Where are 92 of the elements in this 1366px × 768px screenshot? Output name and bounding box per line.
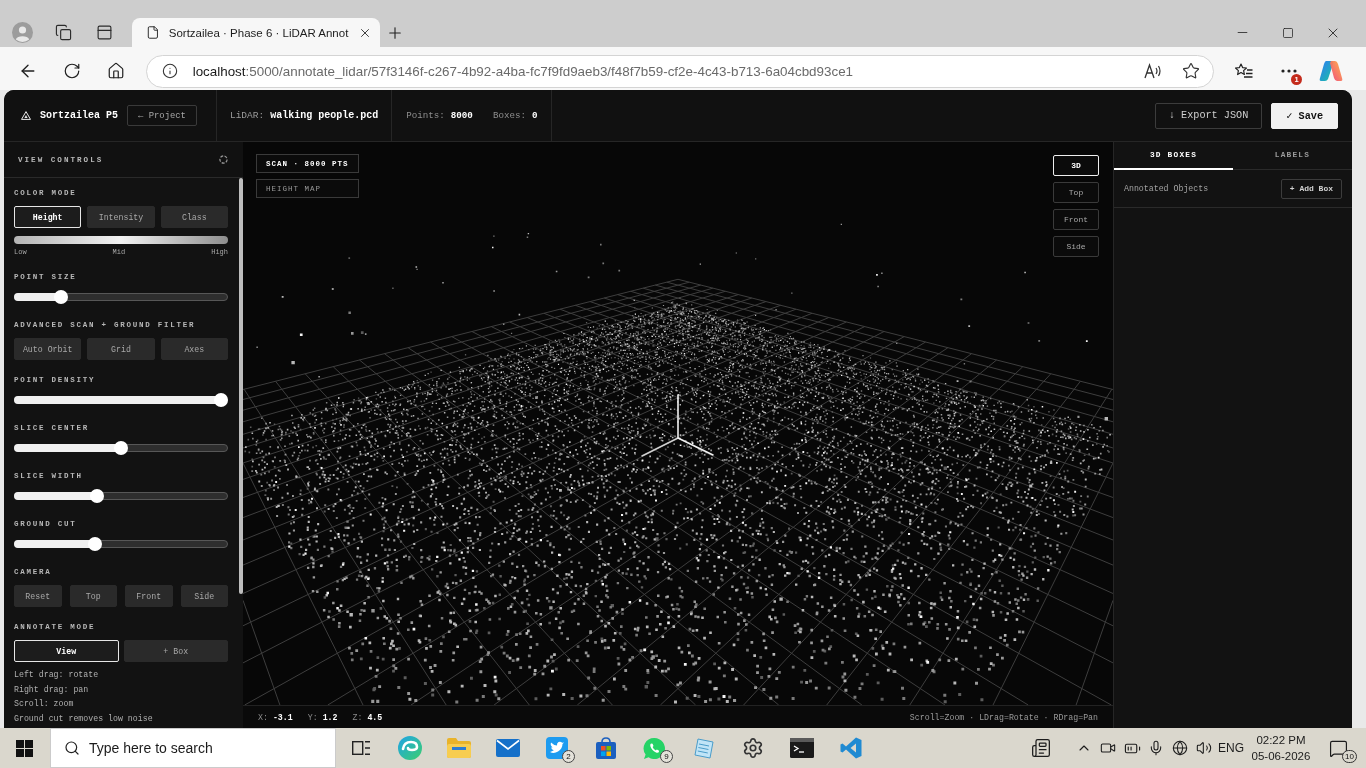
range-slider[interactable] xyxy=(14,392,228,408)
projection-button[interactable]: Top xyxy=(1053,182,1099,203)
slider-thumb[interactable] xyxy=(90,489,104,503)
app-name: Sortzailea P5 xyxy=(40,110,118,121)
gear-icon[interactable] xyxy=(741,737,764,759)
maximize-icon[interactable] xyxy=(1281,26,1294,39)
news-icon[interactable] xyxy=(1031,738,1051,758)
count-badge: 10 xyxy=(1342,750,1357,763)
count-badge: 2 xyxy=(562,750,575,763)
help-text: Scroll: zoom xyxy=(14,698,75,710)
list-title: Annotated Objects xyxy=(1124,184,1209,193)
option-button[interactable]: Side xyxy=(180,585,228,607)
option-button[interactable]: Class xyxy=(160,206,228,228)
save-button[interactable]: ✓ Save xyxy=(1271,102,1338,129)
option-button[interactable]: + Box xyxy=(123,640,228,662)
more-menu-icon[interactable] xyxy=(1281,69,1298,73)
axes-icon xyxy=(641,394,714,457)
projection-button[interactable]: 3D xyxy=(1053,155,1099,176)
star-list-icon[interactable] xyxy=(1235,63,1254,79)
coord-label: Z: xyxy=(352,712,363,722)
info-icon[interactable] xyxy=(161,63,178,79)
help-text: Right drag: pan xyxy=(14,683,90,696)
triangle-logo-icon xyxy=(21,111,31,120)
help-text: Left drag: rotate xyxy=(14,669,100,681)
projection-button[interactable]: Side xyxy=(1053,236,1099,257)
export-button[interactable]: ↓ Export JSON xyxy=(1154,102,1263,129)
reload-icon[interactable] xyxy=(62,62,81,80)
option-button[interactable]: Axes xyxy=(160,338,228,360)
stat-value: 0 xyxy=(531,110,538,121)
stat-label: Boxes: xyxy=(492,110,526,121)
coord-value: 4.5 xyxy=(367,712,383,722)
clock[interactable]: 02:22 PM 05-06-2026 xyxy=(1246,732,1316,764)
option-button[interactable]: Auto Orbit xyxy=(14,338,82,360)
file-name: walking people.pcd xyxy=(270,110,379,121)
microphone-icon[interactable] xyxy=(1148,740,1164,756)
swirl-icon[interactable] xyxy=(397,736,422,760)
video-camera-icon[interactable] xyxy=(1100,740,1116,756)
shopping-bag-icon[interactable] xyxy=(594,737,617,759)
option-button[interactable]: Top xyxy=(69,585,117,607)
window-icon[interactable] xyxy=(95,24,113,41)
address-field[interactable]: localhost:5000/annotate_lidar/57f3146f-c267-4b92-a4ba-fc7f9fd9aeb3/f48f7b59-cf2e-4c43-b713-6a04cbd93ce1 xyxy=(145,54,1215,88)
slider-thumb[interactable] xyxy=(114,441,128,455)
envelope-icon[interactable] xyxy=(495,739,520,757)
stat-value: 8000 xyxy=(450,110,473,121)
search-field[interactable]: Type here to search xyxy=(89,738,239,758)
add-box-button[interactable]: + Add Box xyxy=(1280,178,1342,199)
scrollbar-thumb[interactable] xyxy=(239,178,243,594)
back-button[interactable]: ← Project xyxy=(127,105,197,126)
stat-label: Points: xyxy=(406,110,445,121)
option-button[interactable]: Intensity xyxy=(87,206,155,228)
globe-icon[interactable] xyxy=(1172,740,1188,756)
hint-text: Scroll=Zoom · LDrag=Rotate · RDrag=Pan xyxy=(909,712,1098,722)
language-indicator[interactable]: ENG xyxy=(1218,741,1244,755)
folder-icon[interactable] xyxy=(446,738,471,758)
coord-label: Y: xyxy=(307,712,318,722)
file-label: LiDAR: xyxy=(229,110,265,121)
search-icon xyxy=(64,740,80,756)
coord-value: -3.1 xyxy=(272,712,293,722)
star-icon[interactable] xyxy=(1182,62,1201,80)
option-button[interactable]: View xyxy=(14,640,119,662)
ring-icon[interactable] xyxy=(219,155,228,164)
coord-label: X: xyxy=(258,712,268,722)
option-button[interactable]: Grid xyxy=(87,338,155,360)
start-menu-icon[interactable] xyxy=(15,739,33,757)
option-button[interactable]: Front xyxy=(125,585,173,607)
projection-button[interactable]: Front xyxy=(1053,209,1099,230)
option-button[interactable]: Reset xyxy=(14,585,62,607)
range-slider[interactable] xyxy=(14,488,228,504)
range-slider[interactable] xyxy=(14,440,228,456)
range-slider[interactable] xyxy=(14,536,228,552)
range-slider[interactable] xyxy=(14,289,228,305)
task-view-icon[interactable] xyxy=(351,741,370,755)
search-bar[interactable]: Type here to search xyxy=(50,728,336,768)
help-text: Ground cut removes low noise xyxy=(14,712,154,725)
ribbon-icon[interactable] xyxy=(839,737,862,759)
count-badge: 9 xyxy=(660,750,673,763)
coord-value: 1.2 xyxy=(322,712,338,722)
page-icon xyxy=(146,25,160,40)
stacked-squares-icon[interactable] xyxy=(54,24,72,41)
bird-icon[interactable] xyxy=(545,737,568,759)
slanted-bars-logo-icon[interactable] xyxy=(1319,60,1343,82)
phone-bubble-icon[interactable] xyxy=(643,736,666,760)
home-icon[interactable] xyxy=(106,62,125,80)
read-aloud-icon[interactable] xyxy=(1144,63,1163,79)
slider-thumb[interactable] xyxy=(54,290,68,304)
terminal-icon[interactable] xyxy=(789,738,814,758)
browser-tab[interactable]: Sortzailea · Phase 6 · LiDAR Annot xyxy=(132,18,380,47)
slider-thumb[interactable] xyxy=(214,393,228,407)
slider-thumb[interactable] xyxy=(88,537,102,551)
url-text[interactable]: localhost:5000/annotate_lidar/57f3146f-c267-4b92-a4ba-fc7f9fd9aeb3/f48f7b59-cf2e-4c43-b713-6a04cbd93ce1 xyxy=(192,63,854,79)
option-button[interactable]: Height xyxy=(14,206,82,228)
speaker-icon[interactable] xyxy=(1196,740,1212,756)
